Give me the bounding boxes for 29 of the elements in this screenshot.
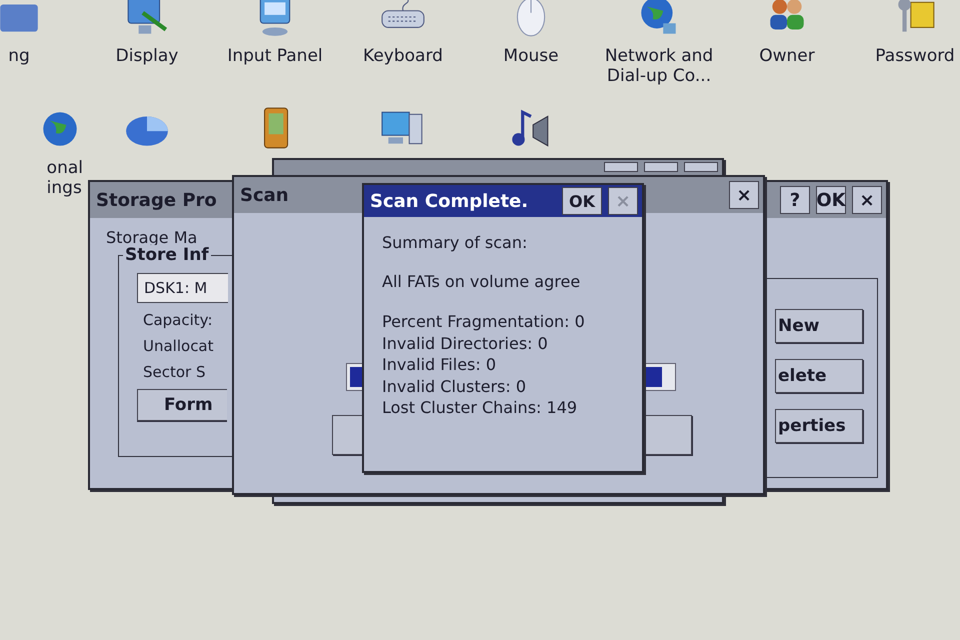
icon-label[interactable]: onal ings [46, 158, 83, 199]
result-line: Percent Fragmentation: 0 [382, 311, 586, 333]
icon-label[interactable]: Input Panel [227, 46, 323, 66]
icon-label[interactable]: Network and Dial-up Co... [604, 46, 714, 87]
status-text: All FATs on volume agree [382, 272, 582, 291]
store-button[interactable]: perties [775, 409, 863, 443]
section-label: Storage Ma [105, 228, 198, 247]
result-line: Invalid Files: 0 [382, 354, 498, 376]
format-button[interactable]: Form [137, 389, 227, 421]
icon-label[interactable]: Keyboard [363, 46, 443, 66]
summary-text: Summary of scan: [382, 233, 528, 252]
store-button[interactable]: elete [775, 359, 863, 393]
field-label: Capacity: [142, 311, 214, 329]
field-label: Sector S [142, 363, 207, 381]
result-line: Invalid Clusters: 0 [382, 376, 528, 398]
window-title: Scan [240, 184, 289, 206]
icon-label[interactable]: Display [116, 46, 178, 66]
dropdown[interactable]: DSK1: M [137, 273, 228, 303]
result-line: Invalid Directories: 0 [382, 332, 549, 354]
window-title: Storage Pro [96, 190, 217, 210]
icon-label[interactable]: Password [875, 46, 955, 66]
store-button[interactable]: New [775, 309, 863, 343]
dialog-title: Scan Complete. [370, 190, 528, 212]
icon-label[interactable]: ng [8, 46, 30, 66]
ok-button[interactable]: OK [562, 187, 602, 215]
icon-label[interactable]: Mouse [503, 46, 559, 66]
icon-label[interactable]: Owner [759, 46, 815, 66]
field-label: Unallocat [142, 337, 215, 355]
result-line: Lost Cluster Chains: 149 [382, 397, 578, 419]
